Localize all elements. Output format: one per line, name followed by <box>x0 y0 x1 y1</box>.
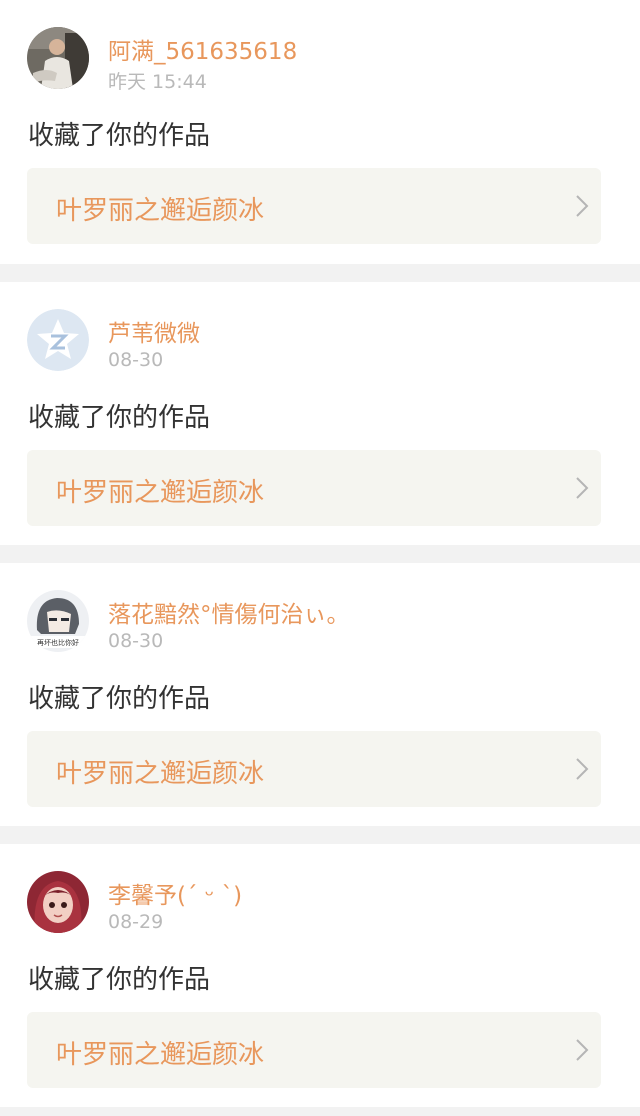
anime-avatar-icon[interactable]: 再坏也比你好 <box>27 590 89 652</box>
notification-card: 再坏也比你好 落花黯然°情傷何治ぃ。 08-30 收藏了你的作品 叶罗丽之邂逅颜… <box>0 563 640 826</box>
user-name[interactable]: 芦苇微微 <box>108 314 200 348</box>
chevron-right-icon <box>576 1039 589 1061</box>
action-text: 收藏了你的作品 <box>28 965 211 995</box>
work-link-button[interactable]: 叶罗丽之邂逅颜冰 <box>27 450 601 526</box>
action-text: 收藏了你的作品 <box>28 121 211 151</box>
timestamp: 08-30 <box>108 349 164 371</box>
notification-card: 李馨予(ˊ ᵕ ˋ) 08-29 收藏了你的作品 叶罗丽之邂逅颜冰 <box>0 844 640 1107</box>
work-link-button[interactable]: 叶罗丽之邂逅颜冰 <box>27 168 601 244</box>
work-link-button[interactable]: 叶罗丽之邂逅颜冰 <box>27 1012 601 1088</box>
notification-card: 阿满_561635618 昨天 15:44 收藏了你的作品 叶罗丽之邂逅颜冰 <box>0 0 640 264</box>
timestamp: 昨天 15:44 <box>108 71 207 93</box>
user-name[interactable]: 落花黯然°情傷何治ぃ。 <box>108 595 350 629</box>
chevron-right-icon <box>576 477 589 499</box>
work-title: 叶罗丽之邂逅颜冰 <box>56 1040 265 1070</box>
work-title: 叶罗丽之邂逅颜冰 <box>56 196 265 226</box>
action-text: 收藏了你的作品 <box>28 403 211 433</box>
photo-avatar-icon[interactable] <box>27 27 89 89</box>
action-text: 收藏了你的作品 <box>28 684 211 714</box>
user-name[interactable]: 李馨予(ˊ ᵕ ˋ) <box>108 876 242 910</box>
chevron-right-icon <box>576 758 589 780</box>
default-star-avatar-icon[interactable] <box>27 309 89 371</box>
user-name[interactable]: 阿满_561635618 <box>108 32 297 66</box>
work-title: 叶罗丽之邂逅颜冰 <box>56 478 265 508</box>
chevron-right-icon <box>576 195 589 217</box>
work-link-button[interactable]: 叶罗丽之邂逅颜冰 <box>27 731 601 807</box>
timestamp: 08-29 <box>108 911 164 933</box>
timestamp: 08-30 <box>108 630 164 652</box>
avatar-caption: 再坏也比你好 <box>37 638 79 647</box>
notification-card: 芦苇微微 08-30 收藏了你的作品 叶罗丽之邂逅颜冰 <box>0 282 640 545</box>
work-title: 叶罗丽之邂逅颜冰 <box>56 759 265 789</box>
notification-feed: 阿满_561635618 昨天 15:44 收藏了你的作品 叶罗丽之邂逅颜冰 芦… <box>0 0 640 1107</box>
cartoon-girl-avatar-icon[interactable] <box>27 871 89 933</box>
